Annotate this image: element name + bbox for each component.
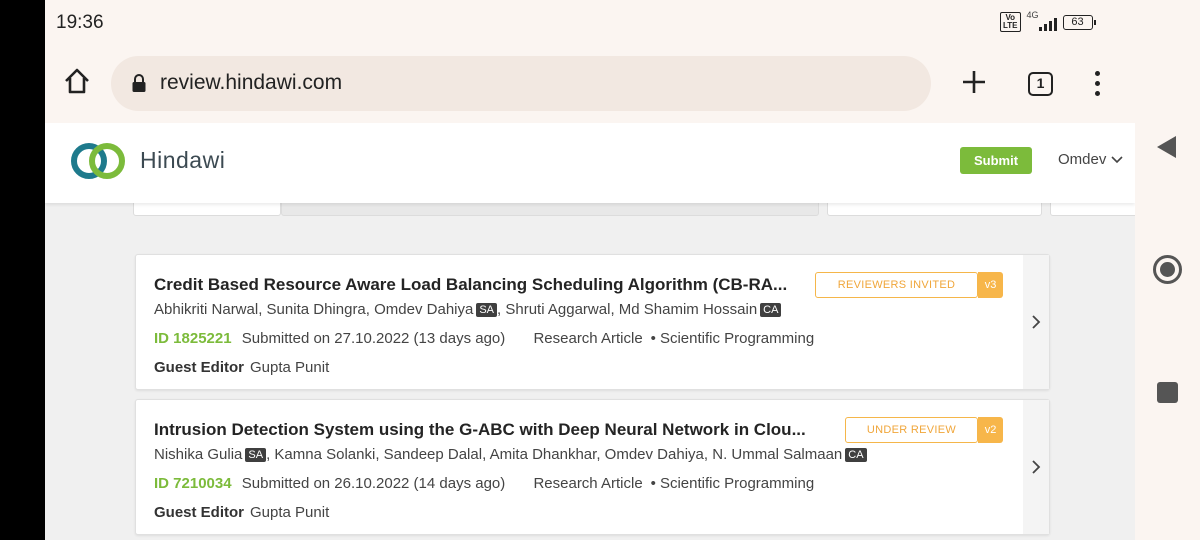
status-bar: 19:36 Vo LTE 4G 63 (45, 0, 1135, 46)
chevron-right-icon (1032, 315, 1041, 329)
editor-label: Guest Editor (154, 359, 245, 376)
journal-name: Scientific Programming (659, 475, 815, 492)
recent-apps-icon[interactable] (1157, 382, 1178, 403)
signal-icon: 4G (1026, 10, 1057, 31)
corresponding-author-tag: CA (760, 303, 782, 317)
author-name: Omdev Dahiya (604, 446, 704, 463)
author-list: Abhikriti Narwal, Sunita Dhingra, Omdev … (154, 301, 782, 318)
back-icon[interactable] (1157, 136, 1176, 158)
status-icons: Vo LTE 4G 63 (1000, 10, 1096, 32)
editor-name: Gupta Punit (250, 359, 330, 376)
url-text: review.hindawi.com (160, 71, 343, 94)
tab-switcher-button[interactable]: 1 (1028, 72, 1053, 96)
author-name: N. Ummal Salmaan (712, 446, 843, 463)
phone-screen: 19:36 Vo LTE 4G 63 review.hindawi.com 1 … (45, 0, 1135, 540)
submission-date: Submitted on 27.10.2022 (13 days ago) (241, 330, 506, 347)
submission-date: Submitted on 26.10.2022 (14 days ago) (241, 475, 506, 492)
status-badge: UNDER REVIEW (845, 417, 978, 443)
chevron-down-icon (1111, 155, 1123, 163)
author-name: Omdev Dahiya (374, 301, 474, 318)
bullet-separator: • (650, 330, 656, 347)
submit-button[interactable]: Submit (960, 147, 1032, 174)
manuscript-meta: ID 1825221 Submitted on 27.10.2022 (13 d… (154, 330, 814, 347)
volte-icon: Vo LTE (1000, 12, 1021, 32)
editor-row: Guest Editor Gupta Punit (154, 359, 329, 376)
left-black-bar (0, 0, 45, 540)
author-name: Abhikriti Narwal (154, 301, 259, 318)
submitting-author-tag: SA (476, 303, 498, 317)
card-open-area[interactable] (1023, 255, 1049, 389)
chevron-right-icon (1032, 460, 1041, 474)
url-bar[interactable]: review.hindawi.com (111, 56, 931, 111)
manuscript-card[interactable]: Intrusion Detection System using the G-A… (135, 399, 1050, 535)
manuscript-meta: ID 7210034 Submitted on 26.10.2022 (14 d… (154, 475, 814, 492)
article-type: Research Article (533, 330, 643, 347)
card-content: Credit Based Resource Aware Load Balanci… (136, 255, 1023, 389)
version-badge: v2 (978, 417, 1003, 443)
manuscript-title: Intrusion Detection System using the G-A… (154, 420, 806, 439)
article-type: Research Article (533, 475, 643, 492)
author-name: Nishika Gulia (154, 446, 243, 463)
manuscript-card[interactable]: Credit Based Resource Aware Load Balanci… (135, 254, 1050, 390)
author-name: Kamna Solanki (274, 446, 376, 463)
author-name: Shruti Aggarwal (505, 301, 611, 318)
manuscript-id: ID 1825221 (154, 330, 232, 347)
author-name: Sunita Dhingra (266, 301, 366, 318)
new-tab-plus-icon[interactable] (961, 69, 987, 95)
user-name: Omdev (1058, 151, 1107, 168)
user-menu[interactable]: Omdev (1058, 151, 1123, 168)
corresponding-author-tag: CA (845, 448, 867, 462)
android-nav-bar (1135, 0, 1200, 540)
bullet-separator: • (650, 475, 656, 492)
author-name: Amita Dhankhar (489, 446, 597, 463)
editor-name: Gupta Punit (250, 504, 330, 521)
web-page: Hindawi Submit Omdev Search By Select se… (45, 123, 1135, 540)
manuscript-id: ID 7210034 (154, 475, 232, 492)
hindawi-logo-icon (71, 143, 125, 179)
browser-toolbar: review.hindawi.com 1 (45, 46, 1135, 122)
home-icon[interactable] (62, 66, 92, 96)
manuscript-title: Credit Based Resource Aware Load Balanci… (154, 275, 788, 294)
battery-icon: 63 (1062, 14, 1096, 30)
journal-name: Scientific Programming (659, 330, 815, 347)
submitting-author-tag: SA (245, 448, 267, 462)
home-circle-icon[interactable] (1153, 255, 1182, 284)
status-time: 19:36 (56, 12, 104, 33)
editor-row: Guest Editor Gupta Punit (154, 504, 329, 521)
editor-label: Guest Editor (154, 504, 245, 521)
card-open-area[interactable] (1023, 400, 1049, 534)
author-name: Md Shamim Hossain (618, 301, 758, 318)
card-content: Intrusion Detection System using the G-A… (136, 400, 1023, 534)
logo-text: Hindawi (140, 147, 226, 173)
author-list: Nishika Gulia SA, Kamna Solanki, Sandeep … (154, 446, 867, 463)
status-badge: REVIEWERS INVITED (815, 272, 978, 298)
author-name: Sandeep Dalal (383, 446, 483, 463)
site-header: Hindawi Submit Omdev (45, 123, 1135, 203)
network-label: 4G (1026, 10, 1039, 20)
lock-icon (132, 74, 146, 92)
version-badge: v3 (978, 272, 1003, 298)
more-vert-icon[interactable] (1088, 71, 1106, 97)
